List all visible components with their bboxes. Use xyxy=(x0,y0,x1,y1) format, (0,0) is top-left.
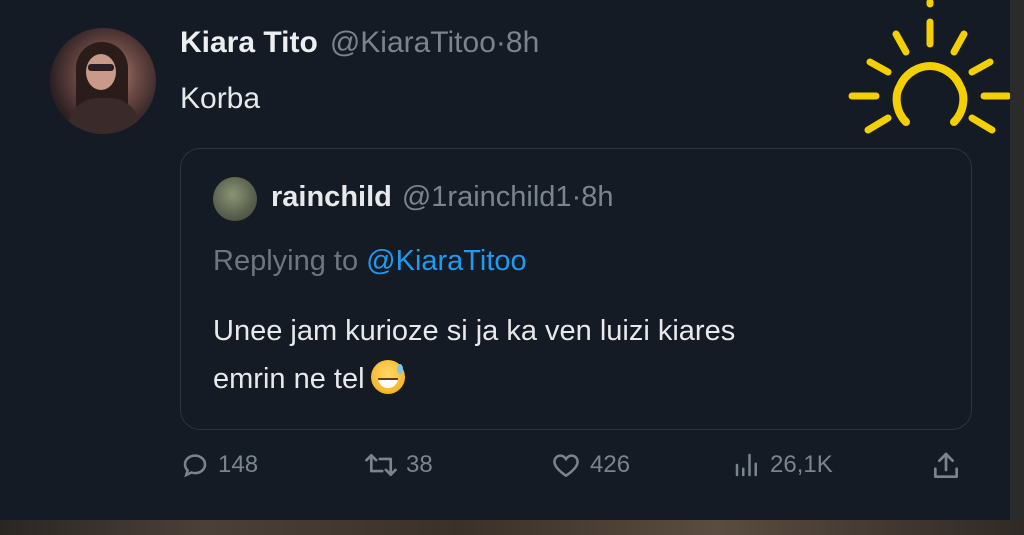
quoted-avatar[interactable] xyxy=(213,177,257,221)
views-button[interactable]: 26,1K xyxy=(732,450,833,480)
quoted-separator: · xyxy=(571,181,582,213)
handle[interactable]: @KiaraTitoo xyxy=(330,26,496,60)
screenshot-border xyxy=(1010,0,1024,520)
like-button[interactable]: 426 xyxy=(550,450,630,480)
retweet-button[interactable]: 38 xyxy=(364,450,433,480)
separator: · xyxy=(495,26,506,59)
tweet-card[interactable]: Kiara Tito @KiaraTitoo · 8h Korba rainch… xyxy=(0,0,1012,520)
timestamp[interactable]: 8h xyxy=(506,26,539,60)
views-chart-icon xyxy=(735,453,757,477)
share-icon xyxy=(934,452,958,478)
reply-icon xyxy=(183,454,207,478)
quoted-text: Unee jam kurioze si ja ka ven luizi kiar… xyxy=(213,307,953,403)
tweet-text: Korba xyxy=(180,82,261,115)
quoted-header: rainchild @1rainchild1 · 8h xyxy=(271,181,614,214)
views-count: 26,1K xyxy=(770,451,833,478)
quoted-timestamp[interactable]: 8h xyxy=(581,181,613,214)
grinning-sweat-emoji xyxy=(370,360,405,394)
heart-icon xyxy=(553,454,579,478)
like-count: 426 xyxy=(590,451,631,478)
quoted-tweet[interactable]: rainchild @1rainchild1 · 8h Replying to … xyxy=(180,148,972,430)
reply-count: 148 xyxy=(218,451,259,478)
tweet-header: Kiara Tito @KiaraTitoo · 8h xyxy=(180,26,539,60)
display-name[interactable]: Kiara Tito xyxy=(180,26,318,60)
replying-mention-link[interactable]: @KiaraTitoo xyxy=(366,245,527,277)
quoted-handle[interactable]: @1rainchild1 xyxy=(402,181,572,214)
retweet-icon xyxy=(365,453,397,477)
sun-icon xyxy=(848,0,1012,134)
replying-prefix: Replying to xyxy=(213,245,367,277)
action-bar: 148 38 426 26,1K xyxy=(180,450,980,494)
avatar[interactable] xyxy=(50,28,156,134)
background-photo-strip xyxy=(0,520,1024,535)
retweet-count: 38 xyxy=(406,451,433,478)
share-button[interactable] xyxy=(930,450,970,482)
quoted-text-line: Unee jam kurioze si ja ka ven luizi kiar… xyxy=(213,315,736,347)
screenshot-frame: Kiara Tito @KiaraTitoo · 8h Korba rainch… xyxy=(0,0,1024,535)
reply-button[interactable]: 148 xyxy=(180,450,258,480)
quoted-text-line-content: emrin ne tel xyxy=(213,363,365,395)
quoted-display-name[interactable]: rainchild xyxy=(271,181,392,214)
quoted-text-line-2: emrin ne tel xyxy=(213,355,953,403)
replying-to: Replying to @KiaraTitoo xyxy=(213,245,527,278)
